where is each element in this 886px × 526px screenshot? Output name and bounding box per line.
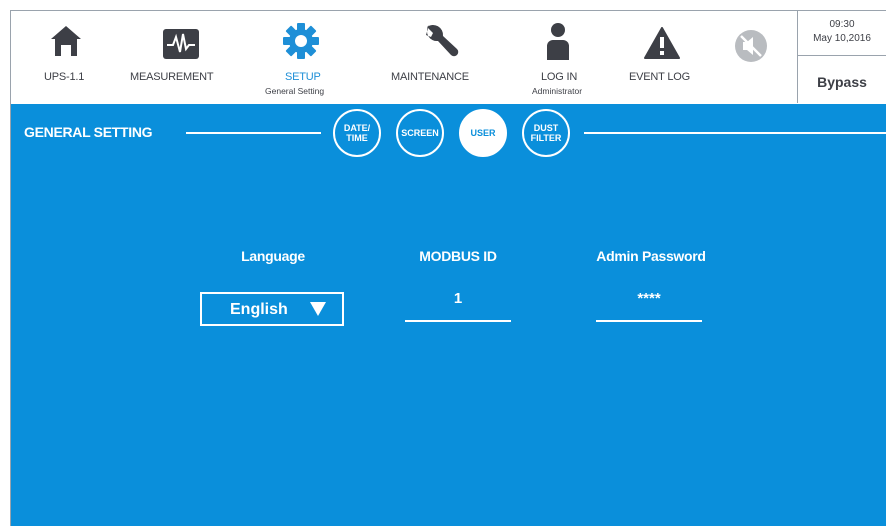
- tab-user-label: USER: [470, 128, 496, 138]
- tab-screen-label: SCREEN: [401, 128, 439, 138]
- home-icon: [51, 26, 81, 56]
- status-time: 09:30: [829, 19, 855, 30]
- tab-date-time-label: DATE/TIME: [343, 123, 371, 143]
- modbus-id-label: MODBUS ID: [419, 248, 497, 264]
- user-icon: [547, 23, 569, 60]
- general-setting-panel: GENERAL SETTING DATE/TIME SCREEN USER DU…: [11, 104, 886, 526]
- language-value: English: [230, 301, 288, 318]
- warning-icon: [644, 27, 680, 59]
- tab-user[interactable]: USER: [459, 109, 507, 157]
- language-select[interactable]: English: [200, 292, 344, 326]
- nav-home[interactable]: UPS-1.1: [31, 11, 101, 103]
- status-divider: [798, 55, 886, 56]
- nav-login-sublabel: Administrator: [532, 86, 583, 96]
- nav-setup-label: SETUP: [285, 71, 321, 83]
- status-mode: Bypass: [817, 74, 867, 90]
- nav-maintenance[interactable]: MAINTENANCE: [386, 11, 496, 103]
- status-date: May 10,2016: [813, 33, 871, 44]
- dropdown-arrow-icon: [310, 302, 326, 316]
- modbus-id-input[interactable]: 1: [405, 288, 511, 322]
- title-divider-right: [584, 132, 886, 134]
- waveform-icon: [163, 29, 199, 59]
- nav-setup[interactable]: SETUP General Setting: [256, 11, 346, 103]
- admin-password-label: Admin Password: [596, 248, 706, 264]
- tab-dust-filter-label: DUST FILTER: [530, 123, 562, 143]
- panel-title: GENERAL SETTING: [24, 124, 153, 140]
- nav-setup-sublabel: General Setting: [265, 86, 325, 96]
- tab-date-time[interactable]: DATE/TIME: [333, 109, 381, 157]
- gear-icon: [283, 23, 319, 59]
- nav-eventlog[interactable]: EVENT LOG: [616, 11, 706, 103]
- admin-password-input[interactable]: ****: [596, 288, 702, 322]
- nav-eventlog-label: EVENT LOG: [629, 71, 690, 83]
- nav-maintenance-label: MAINTENANCE: [391, 71, 469, 83]
- nav-home-label: UPS-1.1: [44, 71, 85, 83]
- title-divider-left: [186, 132, 321, 134]
- tab-screen[interactable]: SCREEN: [396, 109, 444, 157]
- nav-measurement[interactable]: MEASUREMENT: [126, 11, 236, 103]
- language-label: Language: [241, 248, 305, 264]
- nav-login-label: LOG IN: [541, 71, 578, 83]
- nav-login[interactable]: LOG IN Administrator: [518, 11, 598, 103]
- nav-measurement-label: MEASUREMENT: [130, 71, 214, 83]
- mute-icon: [735, 30, 767, 62]
- mute-button[interactable]: [731, 11, 771, 103]
- status-panel: 09:30 May 10,2016 Bypass: [797, 11, 886, 103]
- wrench-icon: [426, 24, 459, 57]
- top-navigation: UPS-1.1 MEASUREMENT SETUP General Settin…: [11, 11, 797, 103]
- tab-dust-filter[interactable]: DUST FILTER: [522, 109, 570, 157]
